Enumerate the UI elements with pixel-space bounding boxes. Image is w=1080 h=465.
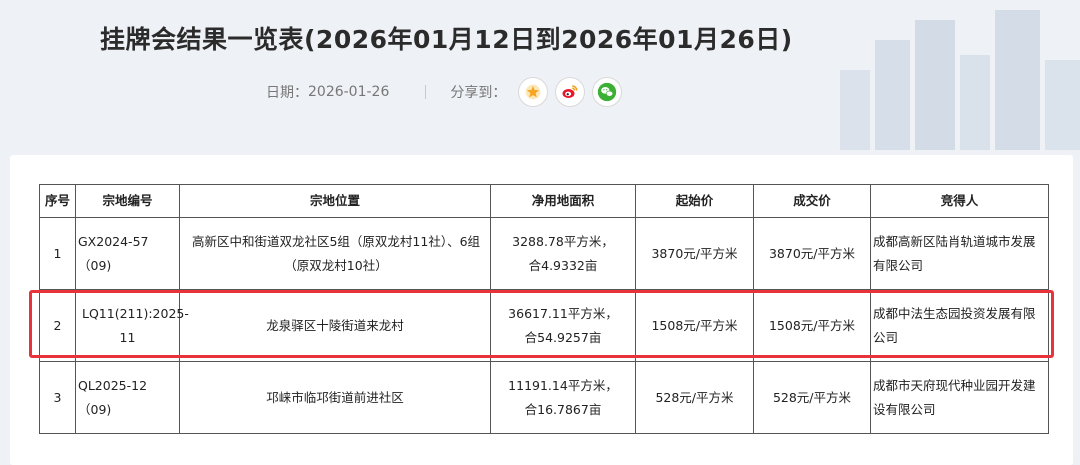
cell-deal-price: 3870元/平方米 <box>753 217 871 290</box>
cell-code: GX2024-57（09) <box>75 217 180 290</box>
cell-area: 11191.14平方米，合16.7867亩 <box>490 361 636 434</box>
cell-location: 邛崃市临邛街道前进社区 <box>179 361 491 434</box>
results-table: 序号 宗地编号 宗地位置 净用地面积 起始价 成交价 竞得人 1 GX2024-… <box>39 184 1049 434</box>
page-header: 挂牌会结果一览表(2026年01月12日到2026年01月26日) 日期： 20… <box>0 0 1080 150</box>
cell-start-price: 528元/平方米 <box>635 361 754 434</box>
table-row: 2 LQ11(211):2025-11 龙泉驿区十陵街道来龙村 36617.11… <box>39 289 1049 362</box>
meta-divider <box>425 85 427 99</box>
skyline-decoration <box>840 10 1080 150</box>
header-winner: 竞得人 <box>870 184 1049 218</box>
share-favorite-button[interactable] <box>518 77 549 107</box>
cell-deal-price: 528元/平方米 <box>753 361 871 434</box>
page-title: 挂牌会结果一览表(2026年01月12日到2026年01月26日) <box>100 25 793 54</box>
cell-deal-price: 1508元/平方米 <box>753 289 871 362</box>
cell-no: 3 <box>39 361 76 434</box>
date-label: 日期： <box>266 85 308 101</box>
share-wechat-button[interactable] <box>592 77 623 107</box>
cell-start-price: 3870元/平方米 <box>635 217 754 290</box>
table-header-row: 序号 宗地编号 宗地位置 净用地面积 起始价 成交价 竞得人 <box>39 184 1049 218</box>
cell-code: QL2025-12（09) <box>75 361 180 434</box>
share-weibo-button[interactable] <box>555 77 586 107</box>
cell-winner: 成都市天府现代种业园开发建设有限公司 <box>870 361 1049 434</box>
cell-winner: 成都中法生态园投资发展有限公司 <box>870 289 1049 362</box>
cell-area: 3288.78平方米，合4.9332亩 <box>490 217 636 290</box>
table-row: 3 QL2025-12（09) 邛崃市临邛街道前进社区 11191.14平方米，… <box>39 361 1049 434</box>
weibo-icon <box>562 85 578 98</box>
header-start-price: 起始价 <box>635 184 754 218</box>
cell-winner: 成都高新区陆肖轨道城市发展有限公司 <box>870 217 1049 290</box>
star-icon <box>526 84 541 100</box>
header-deal-price: 成交价 <box>753 184 871 218</box>
header-area: 净用地面积 <box>490 184 636 218</box>
header-no: 序号 <box>39 184 76 218</box>
date-value: 2026-01-26 <box>308 84 390 100</box>
share-label: 分享到： <box>450 85 507 101</box>
cell-no: 1 <box>39 217 76 290</box>
cell-start-price: 1508元/平方米 <box>635 289 754 362</box>
header-code: 宗地编号 <box>75 184 180 218</box>
meta-bar: 日期： 2026-01-26 分享到： <box>266 77 629 107</box>
wechat-icon <box>598 82 617 102</box>
cell-location: 高新区中和街道双龙社区5组（原双龙村11社）、6组（原双龙村10社） <box>179 217 491 290</box>
cell-location: 龙泉驿区十陵街道来龙村 <box>179 289 491 362</box>
table-row: 1 GX2024-57（09) 高新区中和街道双龙社区5组（原双龙村11社）、6… <box>39 217 1049 290</box>
content-card: 序号 宗地编号 宗地位置 净用地面积 起始价 成交价 竞得人 1 GX2024-… <box>10 155 1073 465</box>
header-location: 宗地位置 <box>179 184 491 218</box>
cell-code: LQ11(211):2025-11 <box>75 289 189 362</box>
cell-no: 2 <box>39 289 76 362</box>
cell-area: 36617.11平方米，合54.9257亩 <box>490 289 636 362</box>
